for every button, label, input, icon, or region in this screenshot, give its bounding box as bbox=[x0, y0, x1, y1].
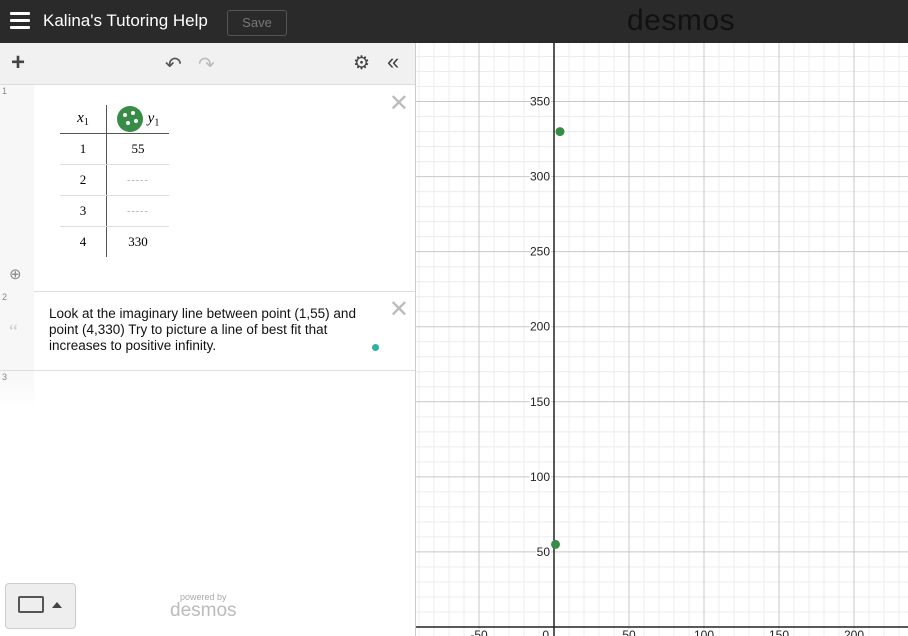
point-style-icon[interactable] bbox=[116, 106, 143, 132]
keyboard-toggle-button[interactable] bbox=[5, 583, 76, 629]
graph-paper[interactable]: 50 100 150 200 250 300 350 -50 50 100 150 200 0 bbox=[416, 43, 908, 636]
x-tick-label: 200 bbox=[844, 628, 864, 636]
keyboard-icon bbox=[18, 596, 44, 613]
note-text[interactable]: Look at the imaginary line between point… bbox=[49, 306, 379, 354]
table-cell-y[interactable]: 55 bbox=[106, 133, 169, 165]
gear-icon[interactable]: ⚙ bbox=[353, 52, 370, 75]
table-row: 3 ----- bbox=[60, 195, 169, 227]
save-button[interactable]: Save bbox=[227, 10, 287, 36]
close-icon[interactable]: ✕ bbox=[389, 295, 409, 324]
y-tick-label: 50 bbox=[537, 545, 551, 559]
graph-title[interactable]: Kalina's Tutoring Help bbox=[43, 11, 208, 31]
zoom-fit-icon[interactable]: ⊕ bbox=[9, 265, 22, 283]
expression-empty[interactable]: 3 bbox=[0, 371, 415, 411]
x-tick-label: 100 bbox=[694, 628, 714, 636]
origin-label: 0 bbox=[542, 628, 549, 636]
quote-icon: “ bbox=[9, 321, 18, 343]
expression-number: 3 bbox=[2, 372, 8, 382]
desmos-logo: desmos bbox=[627, 4, 736, 37]
table-cell-x[interactable]: 2 bbox=[60, 164, 107, 196]
expression-note[interactable]: 2 “ ✕ Look at the imaginary line between… bbox=[0, 291, 415, 371]
y-tick-label: 100 bbox=[530, 470, 550, 484]
x-tick-label: -50 bbox=[470, 628, 488, 636]
table-row: 2 ----- bbox=[60, 164, 169, 196]
table-cell-y[interactable]: ----- bbox=[106, 195, 169, 227]
powered-by: powered by desmos bbox=[170, 592, 237, 621]
x-tick-label: 150 bbox=[769, 628, 789, 636]
y-tick-label: 250 bbox=[530, 245, 550, 259]
table-header-y[interactable]: y1 bbox=[106, 105, 169, 134]
expression-gutter bbox=[0, 85, 34, 291]
table-cell-x[interactable]: 3 bbox=[60, 195, 107, 227]
note-dot-icon bbox=[372, 344, 379, 351]
double-chevron-left-icon[interactable]: « bbox=[387, 49, 399, 75]
expression-toolbar: + ↶ ↷ ⚙ « bbox=[0, 43, 415, 85]
hamburger-menu-icon[interactable] bbox=[10, 12, 30, 30]
expression-panel: + ↶ ↷ ⚙ « 1 ✕ x1 y1 1 55 2 ----- 3 ----- bbox=[0, 43, 416, 636]
plus-icon[interactable]: + bbox=[11, 49, 25, 77]
table-cell-y[interactable]: 330 bbox=[107, 227, 170, 258]
x-tick-label: 50 bbox=[622, 628, 636, 636]
close-icon[interactable]: ✕ bbox=[389, 89, 409, 118]
table-header-row: x1 y1 bbox=[60, 105, 169, 134]
expression-number: 1 bbox=[2, 86, 8, 96]
caret-up-icon bbox=[52, 602, 62, 608]
top-bar: Kalina's Tutoring Help Save desmos bbox=[0, 0, 908, 43]
table-row: 4 330 bbox=[60, 226, 170, 258]
table-cell-x[interactable]: 1 bbox=[60, 133, 107, 165]
table-cell-x[interactable]: 4 bbox=[60, 226, 107, 257]
table-header-x[interactable]: x1 bbox=[60, 105, 107, 134]
data-point bbox=[551, 539, 560, 549]
data-point bbox=[555, 127, 565, 137]
y-tick-label: 200 bbox=[530, 320, 550, 334]
undo-icon[interactable]: ↶ bbox=[165, 52, 182, 77]
table-cell-y[interactable]: ----- bbox=[106, 164, 169, 196]
redo-icon[interactable]: ↷ bbox=[198, 52, 215, 77]
y-tick-label: 300 bbox=[530, 170, 550, 184]
expression-table[interactable]: 1 ✕ x1 y1 1 55 2 ----- 3 ----- 4 330 ⊕ bbox=[0, 85, 415, 292]
data-table: x1 y1 1 55 2 ----- 3 ----- 4 330 bbox=[60, 105, 169, 257]
expression-number: 2 bbox=[2, 292, 8, 302]
table-row: 1 55 bbox=[60, 133, 169, 165]
graph-svg: 50 100 150 200 250 300 350 -50 50 100 150 200 0 bbox=[416, 43, 908, 636]
y-tick-label: 150 bbox=[530, 395, 550, 409]
y-tick-label: 350 bbox=[530, 95, 550, 109]
